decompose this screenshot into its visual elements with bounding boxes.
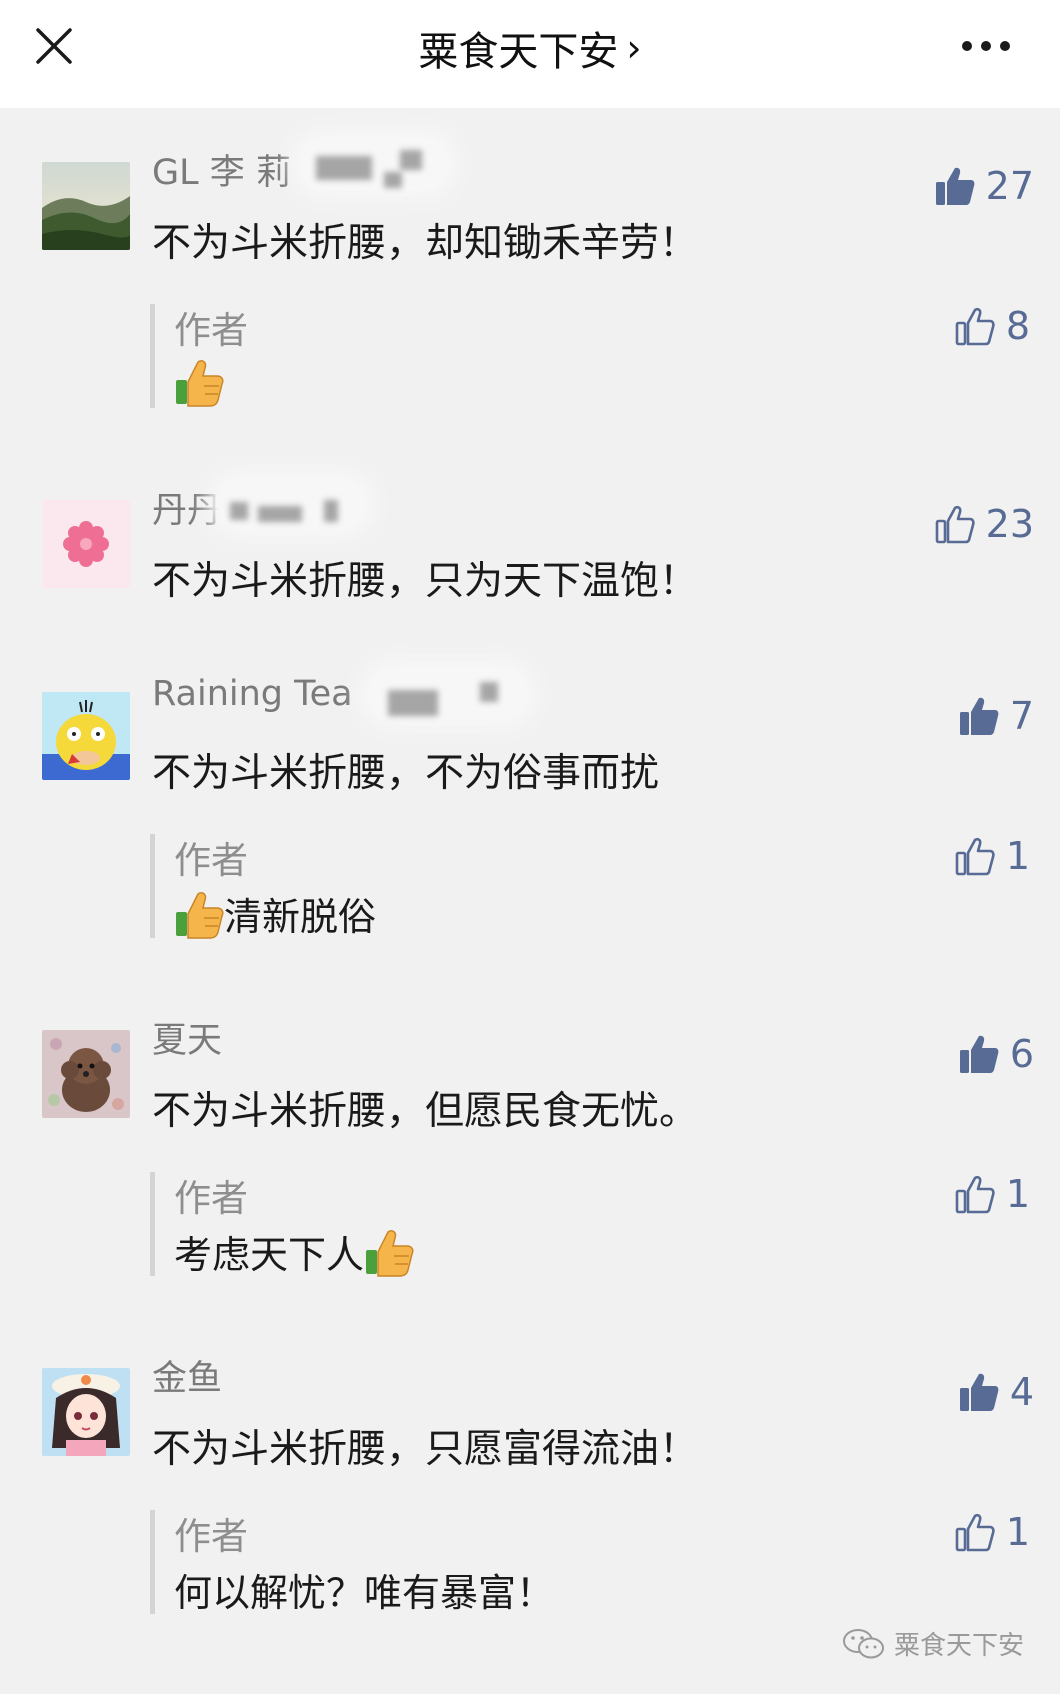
comment-nickname[interactable]: 夏天: [152, 1012, 222, 1063]
thumbs-up-emoji: [176, 360, 224, 407]
like-count: 7: [1009, 694, 1034, 738]
thumbs-up-filled-icon: [959, 1373, 999, 1411]
thumbs-up-outline-icon: [955, 1513, 995, 1552]
reply-like-button[interactable]: 1: [954, 832, 1030, 880]
pink-flower-avatar-image: [42, 500, 130, 588]
avatar[interactable]: [42, 1368, 130, 1456]
like-button[interactable]: 23: [934, 500, 1034, 548]
comment-item: GL 李 莉 不为斗米折腰，却知锄禾辛劳！ 27 作者 8: [0, 138, 1060, 420]
reply-divider: [150, 1510, 155, 1614]
comments-page: 粟食天下安 › GL 李 莉 不为斗米折腰，却知锄禾辛劳！ 27 作者 8 丹丹…: [0, 0, 1060, 1694]
like-count: 6: [1009, 1032, 1034, 1076]
like-count: 27: [985, 164, 1034, 208]
comment-item: 丹丹 不为斗米折腰，只为天下温饱！ 23: [0, 478, 1060, 608]
reply-text-content: 考虑天下人: [174, 1233, 365, 1277]
comment-item: 夏天 不为斗米折腰，但愿民食无忧。 6 作者 考虑天下人 1: [0, 1018, 1060, 1288]
comment-item: Raining Tea 不为斗米折腰，不为俗事而扰 7 作者 清新脱俗 1: [0, 668, 1060, 950]
like-button[interactable]: 7: [958, 692, 1034, 740]
reply-divider: [150, 304, 155, 408]
thumbs-up-filled-icon: [959, 697, 999, 735]
avatar[interactable]: [42, 162, 130, 250]
reply-author-label: 作者: [174, 309, 248, 352]
reply-text-content: 何以解忧？唯有暴富！: [174, 1571, 555, 1615]
avatar[interactable]: [42, 500, 130, 588]
like-button[interactable]: 4: [958, 1368, 1034, 1416]
mountain-avatar-image: [42, 162, 130, 250]
psyduck-avatar-image: [42, 692, 130, 780]
comment-item: 金鱼 不为斗米折腰，只愿富得流油！ 4 作者 何以解忧？唯有暴富！ 1: [0, 1356, 1060, 1626]
like-count: 4: [1009, 1370, 1034, 1414]
like-button[interactable]: 6: [958, 1030, 1034, 1078]
anime-girl-avatar-image: [42, 1368, 130, 1456]
redacted-nickname-mask: [300, 138, 450, 190]
thumbs-up-outline-icon: [955, 1175, 995, 1214]
reply-author-label: 作者: [174, 1515, 248, 1558]
comment-nickname[interactable]: 金鱼: [152, 1350, 222, 1401]
author-reply: 作者 8: [150, 300, 1030, 410]
more-button[interactable]: [946, 18, 1026, 74]
thumbs-up-outline-icon: [955, 837, 995, 876]
more-icon: [962, 41, 1010, 51]
thumbs-up-outline-icon: [955, 307, 995, 346]
top-bar: 粟食天下安 ›: [0, 0, 1060, 108]
comment-nickname[interactable]: Raining Tea: [152, 674, 353, 714]
account-title-link[interactable]: 粟食天下安 ›: [330, 18, 730, 78]
comment-text: 不为斗米折腰，但愿民食无忧。: [152, 1089, 699, 1134]
close-button[interactable]: [26, 14, 82, 78]
reply-like-count: 1: [1005, 1510, 1030, 1554]
reply-divider: [150, 834, 155, 938]
reply-like-button[interactable]: 1: [954, 1508, 1030, 1556]
redacted-nickname-mask: [216, 478, 366, 530]
reply-author-label: 作者: [174, 839, 248, 882]
reply-divider: [150, 1172, 155, 1276]
wechat-icon: [842, 1628, 884, 1658]
avatar[interactable]: [42, 1030, 130, 1118]
reply-like-button[interactable]: 1: [954, 1170, 1030, 1218]
thumbs-up-emoji: [176, 891, 224, 939]
reply-text: 清新脱俗: [174, 886, 376, 941]
reply-like-button[interactable]: 8: [954, 302, 1030, 350]
thumbs-up-outline-icon: [935, 505, 975, 544]
comment-text: 不为斗米折腰，只为天下温饱！: [152, 559, 699, 604]
comment-text: 不为斗米折腰，只愿富得流油！: [152, 1427, 699, 1472]
chevron-right-icon: ›: [626, 26, 642, 70]
comment-nickname[interactable]: 丹丹: [152, 482, 222, 533]
reply-text: 考虑天下人: [174, 1224, 414, 1279]
author-reply: 作者 考虑天下人 1: [150, 1168, 1030, 1278]
like-count: 23: [985, 502, 1034, 546]
comment-text: 不为斗米折腰，不为俗事而扰: [152, 751, 660, 796]
comment-nickname[interactable]: GL 李 莉: [152, 144, 291, 195]
redacted-nickname-mask: [368, 668, 528, 720]
poodle-avatar-image: [42, 1030, 130, 1118]
reply-like-count: 1: [1005, 1172, 1030, 1216]
close-icon: [36, 28, 72, 64]
thumbs-up-filled-icon: [935, 167, 975, 205]
author-reply: 作者 清新脱俗 1: [150, 830, 1030, 940]
watermark-text: 粟食天下安: [893, 1631, 1024, 1661]
page-title: 粟食天下安: [418, 29, 619, 75]
reply-text: 何以解忧？唯有暴富！: [174, 1562, 554, 1617]
like-button[interactable]: 27: [934, 162, 1034, 210]
thumbs-up-emoji: [366, 1229, 414, 1277]
avatar[interactable]: [42, 692, 130, 780]
reply-author-label: 作者: [174, 1177, 248, 1220]
account-watermark: 粟食天下安: [842, 1625, 1024, 1662]
reply-like-count: 1: [1005, 834, 1030, 878]
comment-text: 不为斗米折腰，却知锄禾辛劳！: [152, 221, 699, 266]
reply-text: [174, 356, 224, 408]
reply-like-count: 8: [1005, 304, 1030, 348]
author-reply: 作者 何以解忧？唯有暴富！ 1: [150, 1506, 1030, 1616]
thumbs-up-filled-icon: [959, 1035, 999, 1073]
reply-text-content: 清新脱俗: [224, 895, 377, 939]
